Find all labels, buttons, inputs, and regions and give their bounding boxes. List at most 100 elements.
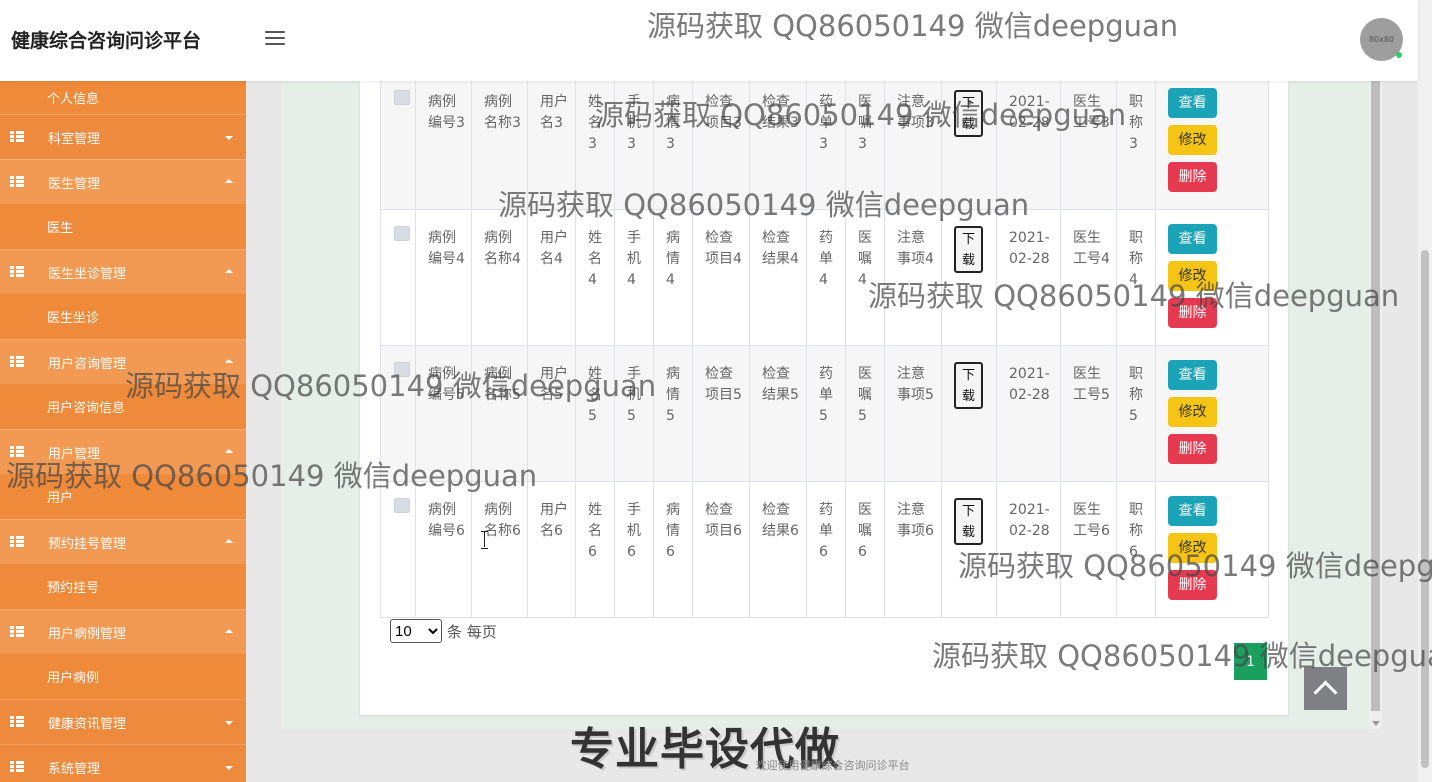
grid-icon — [10, 716, 24, 728]
cell-exam-result: 检查结果5 — [749, 345, 807, 482]
cell-doctor-id: 医生工号6 — [1060, 481, 1117, 618]
sidebar-group[interactable]: 医生坐诊管理 — [0, 249, 246, 294]
scroll-down-arrow-icon[interactable] — [1372, 721, 1380, 726]
actions-cell: 查看 修改 删除 — [1155, 481, 1269, 618]
cell-username: 用户名4 — [527, 209, 576, 346]
sidebar-group[interactable]: 用户咨询管理 — [0, 339, 246, 384]
page-number-current[interactable]: 1 — [1234, 643, 1267, 680]
download-cell: 下载 — [941, 345, 997, 482]
grid-icon — [10, 266, 24, 278]
row-checkbox[interactable] — [394, 90, 410, 105]
delete-button[interactable]: 删除 — [1168, 298, 1217, 328]
cell-advice: 医嘱6 — [845, 481, 885, 618]
cell-title: 职称4 — [1116, 209, 1156, 346]
view-button[interactable]: 查看 — [1168, 88, 1217, 118]
caret-up-icon — [225, 359, 233, 363]
cell-username: 用户名6 — [527, 481, 576, 618]
view-button[interactable]: 查看 — [1168, 360, 1217, 390]
cell-case-no: 病例编号4 — [415, 209, 472, 346]
cell-name: 姓名3 — [575, 73, 615, 210]
row-checkbox[interactable] — [394, 498, 410, 513]
delete-button[interactable]: 删除 — [1168, 570, 1217, 600]
cell-phone: 手机4 — [614, 209, 654, 346]
cell-case-no: 病例编号3 — [415, 73, 472, 210]
back-to-top-button[interactable] — [1304, 667, 1347, 710]
sidebar-group[interactable]: 医生管理 — [0, 159, 246, 204]
sidebar-item[interactable]: 预约挂号 — [0, 564, 246, 609]
sidebar-group[interactable]: 科室管理 — [0, 114, 246, 159]
cell-username: 用户名3 — [527, 73, 576, 210]
cell-advice: 医嘱5 — [845, 345, 885, 482]
cell-username: 用户名5 — [527, 345, 576, 482]
cell-date: 2021-02-28 — [996, 209, 1061, 346]
cell-case-name: 病例名称4 — [471, 209, 528, 346]
cell-exam-result: 检查结果3 — [749, 73, 807, 210]
sidebar-item-label: 医生 — [47, 221, 74, 236]
sidebar-group[interactable]: 用户管理 — [0, 429, 246, 474]
select-cell — [380, 345, 416, 482]
cell-prescription: 药单6 — [806, 481, 846, 618]
edit-button[interactable]: 修改 — [1168, 261, 1217, 291]
cell-name: 姓名6 — [575, 481, 615, 618]
caret-up-icon — [225, 539, 233, 543]
cell-exam-item: 检查项目3 — [692, 73, 750, 210]
delete-button[interactable]: 删除 — [1168, 162, 1217, 192]
grid-icon — [10, 626, 24, 638]
download-button[interactable]: 下载 — [954, 90, 983, 137]
sidebar-group[interactable]: 用户病例管理 — [0, 609, 246, 654]
sidebar-item-label: 医生坐诊 — [47, 311, 100, 326]
download-button[interactable]: 下载 — [954, 498, 983, 545]
row-checkbox[interactable] — [394, 226, 410, 241]
caret-down-icon — [225, 721, 233, 725]
select-cell — [380, 73, 416, 210]
delete-button[interactable]: 删除 — [1168, 434, 1217, 464]
sidebar-item[interactable]: 医生坐诊 — [0, 294, 246, 339]
edit-button[interactable]: 修改 — [1168, 533, 1217, 563]
sidebar-item[interactable]: 用户病例 — [0, 654, 246, 699]
text-cursor-icon — [481, 531, 488, 549]
actions-cell: 查看 修改 删除 — [1155, 345, 1269, 482]
actions-cell: 查看 修改 删除 — [1155, 73, 1269, 210]
view-button[interactable]: 查看 — [1168, 224, 1217, 254]
cell-exam-result: 检查结果6 — [749, 481, 807, 618]
cell-title: 职称5 — [1116, 345, 1156, 482]
edit-button[interactable]: 修改 — [1168, 397, 1217, 427]
content-scrollbar[interactable] — [1369, 81, 1382, 729]
cell-phone: 手机5 — [614, 345, 654, 482]
sidebar-group-label: 医生管理 — [48, 176, 101, 192]
menu-toggle-icon[interactable] — [265, 31, 285, 47]
top-header: 健康综合咨询问诊平台 80x80 — [0, 0, 1418, 81]
sidebar-group[interactable]: 预约挂号管理 — [0, 519, 246, 564]
cell-prescription: 药单4 — [806, 209, 846, 346]
sidebar-group-label: 用户病例管理 — [48, 626, 127, 642]
cell-name: 姓名4 — [575, 209, 615, 346]
cell-doctor-id: 医生工号3 — [1060, 73, 1117, 210]
sidebar-group[interactable]: 健康资讯管理 — [0, 699, 246, 744]
sidebar-item[interactable]: 医生 — [0, 204, 246, 249]
sidebar-item[interactable]: 用户咨询信息 — [0, 384, 246, 429]
view-button[interactable]: 查看 — [1168, 496, 1217, 526]
sidebar-group-label: 用户咨询管理 — [48, 356, 127, 372]
actions-cell: 查看 修改 删除 — [1155, 209, 1269, 346]
sidebar-group-label: 健康资讯管理 — [48, 716, 127, 732]
sidebar-item[interactable]: 用户 — [0, 474, 246, 519]
cell-exam-item: 检查项目4 — [692, 209, 750, 346]
download-button[interactable]: 下载 — [954, 226, 983, 273]
page-size-select[interactable]: 10 — [390, 619, 442, 643]
sidebar-item[interactable]: 个人信息 — [0, 81, 246, 114]
caret-up-icon — [225, 449, 233, 453]
edit-button[interactable]: 修改 — [1168, 125, 1217, 155]
pagination: 10 条 每页 — [390, 619, 497, 643]
page-scrollbar[interactable] — [1418, 0, 1432, 782]
caret-down-icon — [225, 136, 233, 140]
row-checkbox[interactable] — [394, 362, 410, 377]
cell-notes: 注意事项5 — [884, 345, 942, 482]
case-table: 病例编号3 病例名称3 用户名3 姓名3 手机3 病情3 检查项目3 检查结果3 药单3 医嘱3 注… — [380, 73, 1269, 618]
sidebar-group-label: 医生坐诊管理 — [48, 266, 127, 282]
cell-case-name: 病例名称3 — [471, 73, 528, 210]
cell-notes: 注意事项3 — [884, 73, 942, 210]
cell-notes: 注意事项4 — [884, 209, 942, 346]
caret-up-icon — [225, 179, 233, 183]
download-button[interactable]: 下载 — [954, 362, 983, 409]
caret-up-icon — [225, 269, 233, 273]
